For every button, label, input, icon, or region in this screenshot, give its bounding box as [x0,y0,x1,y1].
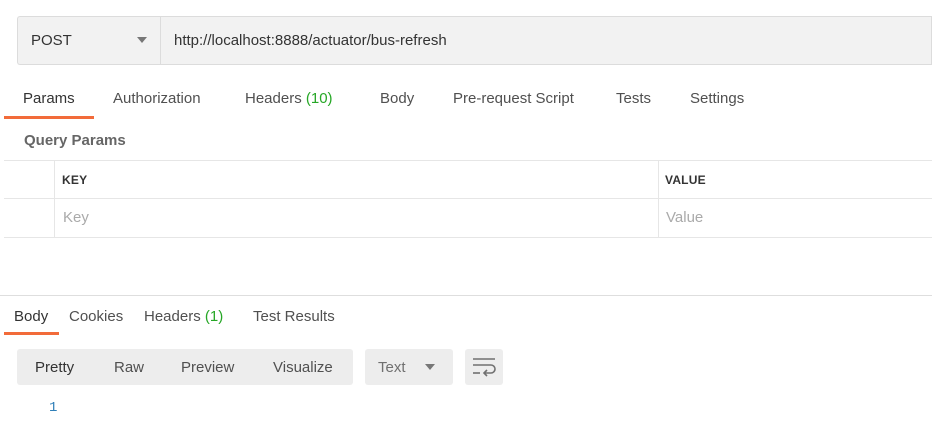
param-value-input[interactable] [666,209,916,226]
response-divider [0,295,932,296]
response-tab-cookies[interactable]: Cookies [69,308,123,325]
line-number: 1 [49,400,58,416]
table-column-divider [54,160,55,237]
tab-settings[interactable]: Settings [690,90,744,107]
view-mode-pretty[interactable]: Pretty [35,359,74,376]
wrap-lines-button[interactable] [465,349,503,385]
headers-count-badge: (10) [305,90,333,107]
caret-down-icon [137,37,147,43]
tab-headers[interactable]: Headers (10) [245,90,333,107]
response-tab-test-results[interactable]: Test Results [253,308,335,325]
method-label: POST [31,32,72,49]
tab-tests[interactable]: Tests [616,90,651,107]
active-tab-indicator [4,116,94,119]
tab-authorization[interactable]: Authorization [113,90,201,107]
query-params-title: Query Params [24,132,126,149]
tab-body[interactable]: Body [380,90,414,107]
view-mode-preview[interactable]: Preview [181,359,234,376]
table-divider [4,237,932,238]
caret-down-icon [425,364,435,370]
view-mode-visualize[interactable]: Visualize [273,359,333,376]
active-response-tab-indicator [4,332,59,335]
response-headers-count-badge: (1) [204,308,224,325]
tab-pre-request-script[interactable]: Pre-request Script [453,90,574,107]
view-mode-raw[interactable]: Raw [114,359,144,376]
wrap-lines-icon [473,358,496,377]
method-select[interactable]: POST [17,16,160,65]
table-column-divider [658,160,659,237]
response-tab-body[interactable]: Body [14,308,48,325]
column-header-key: KEY [62,173,88,187]
format-select[interactable]: Text [365,349,453,385]
tab-params[interactable]: Params [23,90,75,107]
column-header-value: VALUE [665,173,706,187]
format-label: Text [378,359,406,376]
response-tab-headers[interactable]: Headers (1) [144,308,223,325]
tab-headers-label: Headers [245,90,302,107]
param-key-input[interactable] [63,209,643,226]
url-text: http://localhost:8888/actuator/bus-refre… [174,32,447,49]
response-tab-headers-label: Headers [144,308,201,325]
url-input[interactable]: http://localhost:8888/actuator/bus-refre… [160,16,932,65]
table-divider [4,160,932,161]
table-divider [4,198,932,199]
view-mode-toggle: Pretty Raw Preview Visualize [17,349,353,385]
